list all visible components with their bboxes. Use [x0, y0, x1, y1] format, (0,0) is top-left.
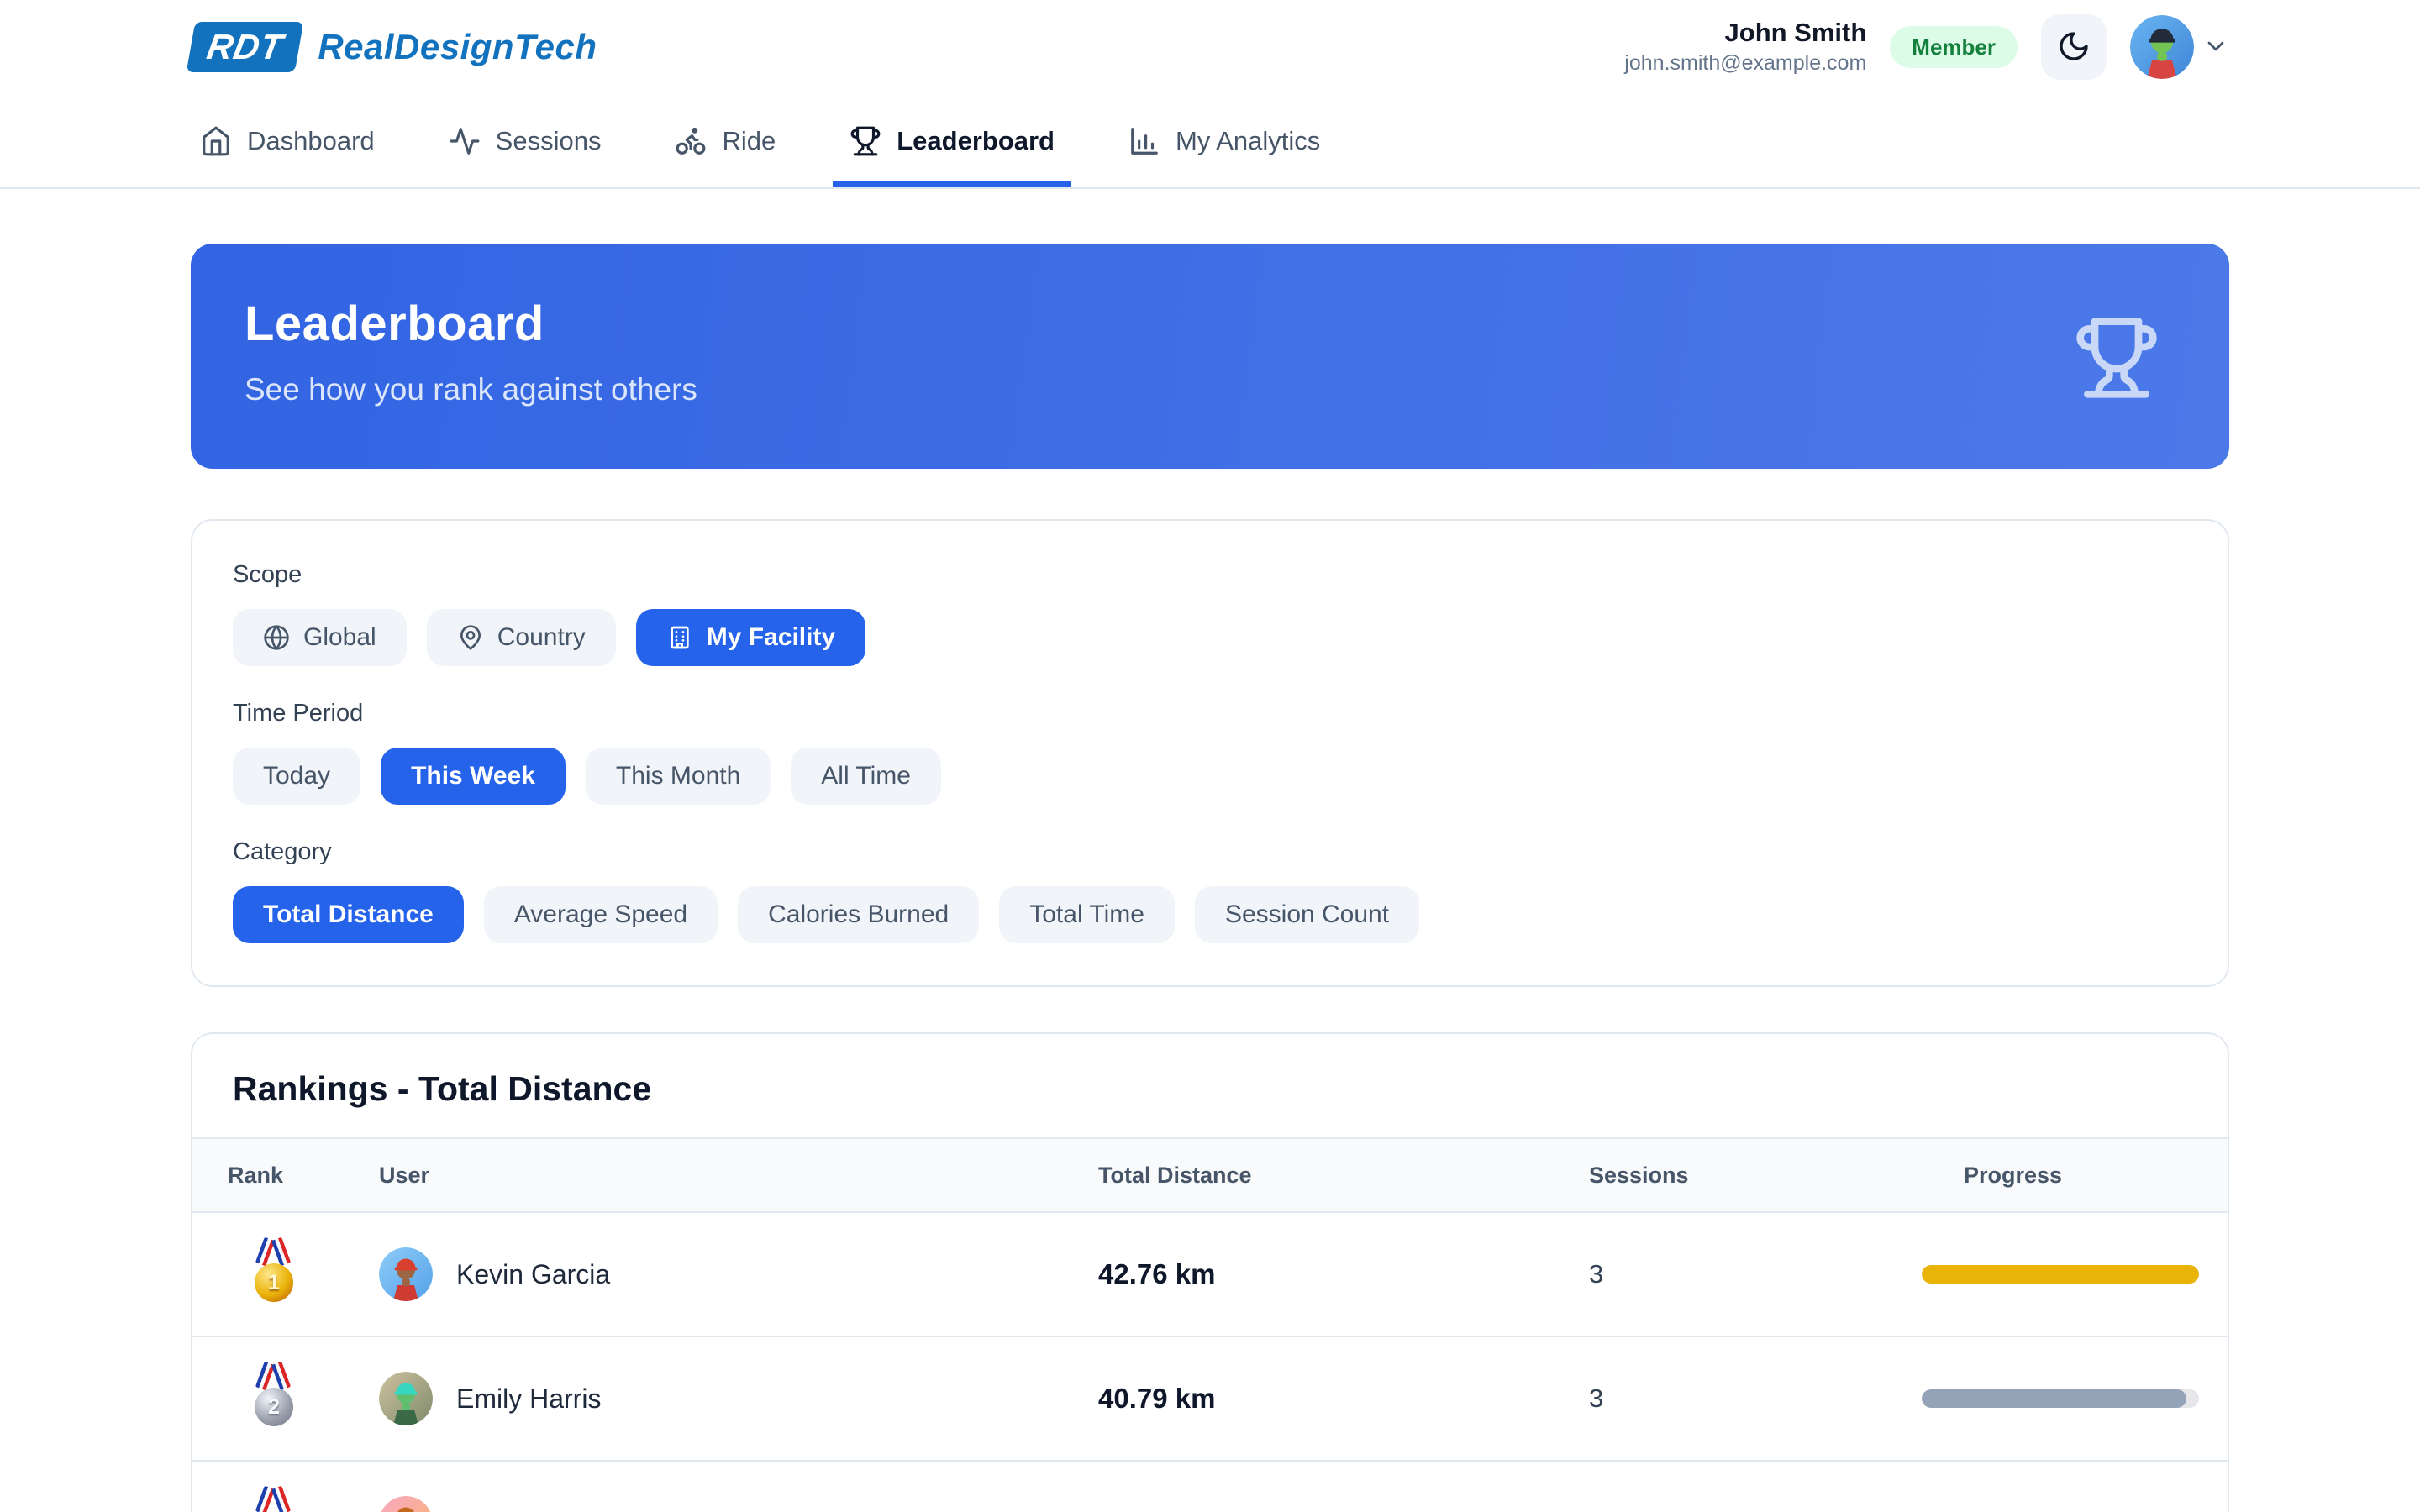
filter-group-label: Category — [233, 838, 2187, 866]
column-header-user: User — [372, 1163, 1086, 1189]
filter-group-label: Time Period — [233, 700, 2187, 727]
tab-sessions[interactable]: Sessions — [445, 94, 605, 187]
column-header-rank: Rank — [228, 1163, 372, 1189]
member-badge: Member — [1890, 26, 2018, 68]
brand-abbr: RDT — [204, 27, 287, 67]
rank-cell: 3 — [228, 1487, 372, 1512]
avatar — [379, 1496, 433, 1512]
silver-medal-icon: 2 — [251, 1362, 295, 1428]
user-name: Emily Harris — [456, 1383, 601, 1415]
filter-average-speed-button[interactable]: Average Speed — [484, 886, 718, 943]
table-row: 2 Emily Harris 40.79 km 3 — [192, 1337, 2228, 1462]
chevron-down-icon — [2202, 33, 2229, 62]
filter-calories-burned-button[interactable]: Calories Burned — [738, 886, 979, 943]
moon-icon — [2057, 29, 2091, 66]
avatar — [379, 1247, 433, 1301]
tab-dashboard[interactable]: Dashboard — [197, 94, 378, 187]
pin-icon — [457, 624, 484, 651]
filter-group: Scope Global Country My Facility — [233, 561, 2187, 666]
total-distance-value: 42.76 km — [1086, 1258, 1565, 1290]
tab-leaderboard[interactable]: Leaderboard — [846, 94, 1058, 187]
total-distance-value: 40.79 km — [1086, 1383, 1565, 1415]
sessions-value: 3 — [1565, 1383, 1902, 1414]
chart-icon — [1128, 125, 1160, 157]
progress-cell — [1902, 1389, 2199, 1408]
page-title: Leaderboard — [245, 296, 2175, 352]
filter-total-distance-button[interactable]: Total Distance — [233, 886, 464, 943]
page-subtitle: See how you rank against others — [245, 372, 2175, 407]
theme-toggle-button[interactable] — [2041, 14, 2107, 80]
trophy-icon — [2073, 314, 2160, 402]
sessions-value: 3 — [1565, 1259, 1902, 1289]
column-header-sessions: Sessions — [1565, 1163, 1902, 1189]
tab-ride[interactable]: Ride — [671, 94, 779, 187]
table-row: 1 Kevin Garcia 42.76 km 3 — [192, 1213, 2228, 1337]
rank-cell: 2 — [228, 1362, 372, 1435]
rank-cell: 1 — [228, 1238, 372, 1310]
rankings-card: Rankings - Total Distance RankUserTotal … — [191, 1032, 2229, 1512]
user-email: john.smith@example.com — [1624, 50, 1866, 77]
filter-session-count-button[interactable]: Session Count — [1195, 886, 1419, 943]
globe-icon — [263, 624, 290, 651]
sessions-value: 2 — [1565, 1508, 1902, 1512]
filter-this-month-button[interactable]: This Month — [586, 748, 771, 805]
table-header-row: RankUserTotal DistanceSessionsProgress — [192, 1137, 2228, 1213]
filter-global-button[interactable]: Global — [233, 609, 407, 666]
filter-my-facility-button[interactable]: My Facility — [636, 609, 865, 666]
filters-card: Scope Global Country My Facility Time Pe… — [191, 519, 2229, 987]
tab-my-analytics[interactable]: My Analytics — [1125, 94, 1323, 187]
total-distance-value: 36.17 km — [1086, 1507, 1565, 1512]
brand-name: RealDesignTech — [318, 27, 597, 67]
user-cell: Kevin Garcia — [372, 1247, 1086, 1301]
filter-this-week-button[interactable]: This Week — [381, 748, 566, 805]
brand-logo[interactable]: RDT RealDesignTech — [191, 22, 597, 72]
gold-medal-icon: 1 — [251, 1238, 295, 1304]
home-icon — [200, 125, 232, 157]
filter-today-button[interactable]: Today — [233, 748, 360, 805]
filter-country-button[interactable]: Country — [427, 609, 616, 666]
main-nav: Dashboard Sessions Ride Leaderboard My A… — [0, 94, 2420, 189]
filter-total-time-button[interactable]: Total Time — [999, 886, 1175, 943]
activity-icon — [449, 125, 481, 157]
bronze-medal-icon: 3 — [251, 1487, 295, 1512]
user-name: Kevin Garcia — [456, 1259, 610, 1290]
filter-group: Time Period Today This Week This Month A… — [233, 700, 2187, 805]
column-header-progress: Progress — [1902, 1163, 2199, 1189]
progress-bar — [1922, 1265, 2199, 1284]
filter-group: Category Total Distance Average Speed Ca… — [233, 838, 2187, 943]
progress-bar — [1922, 1389, 2199, 1408]
table-row: 3 Chris Chen 36.17 km 2 — [192, 1462, 2228, 1512]
trophy-icon — [850, 125, 881, 157]
main-content: Leaderboard See how you rank against oth… — [191, 244, 2229, 1512]
filter-group-label: Scope — [233, 561, 2187, 589]
avatar — [2130, 15, 2194, 79]
user-name: John Smith — [1624, 17, 1866, 50]
user-name: Chris Chen — [456, 1508, 591, 1512]
user-cell: Chris Chen — [372, 1496, 1086, 1512]
building-icon — [666, 624, 693, 651]
user-meta: John Smith john.smith@example.com — [1624, 17, 1866, 76]
column-header-total-distance: Total Distance — [1086, 1163, 1565, 1189]
brand-logo-mark: RDT — [187, 22, 304, 72]
avatar — [379, 1372, 433, 1425]
bike-icon — [675, 125, 707, 157]
filter-all-time-button[interactable]: All Time — [791, 748, 941, 805]
rankings-title: Rankings - Total Distance — [192, 1034, 2228, 1137]
user-cell: Emily Harris — [372, 1372, 1086, 1425]
hero-banner: Leaderboard See how you rank against oth… — [191, 244, 2229, 469]
user-menu-button[interactable] — [2130, 15, 2229, 79]
progress-cell — [1902, 1265, 2199, 1284]
app-header: RDT RealDesignTech John Smith john.smith… — [0, 0, 2420, 189]
